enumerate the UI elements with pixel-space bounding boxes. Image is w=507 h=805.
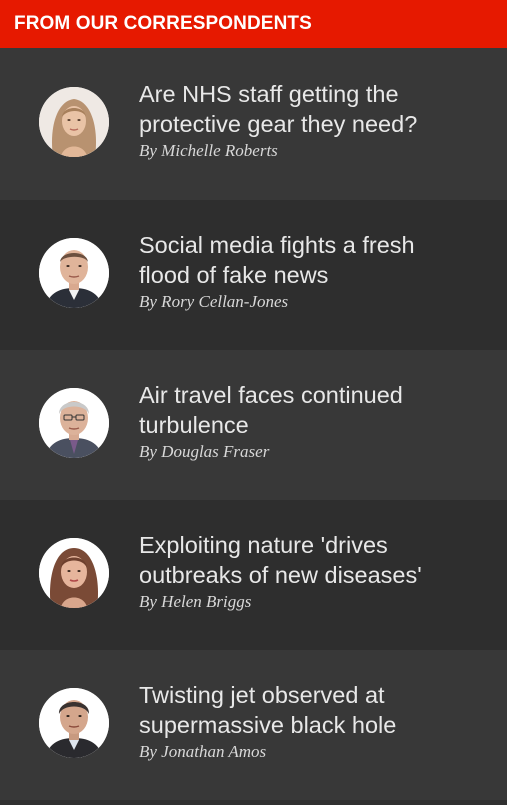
correspondent-photo-rory-cellan-jones: [39, 238, 109, 308]
avatar: [39, 87, 109, 157]
byline: By Helen Briggs: [139, 591, 252, 611]
avatar: [39, 688, 109, 758]
byline: By Michelle Roberts: [139, 140, 278, 160]
correspondent-photo-jonathan-amos: [39, 688, 109, 758]
byline: By Rory Cellan-Jones: [139, 291, 289, 311]
headline-link[interactable]: Are NHS staff getting the protective gea…: [139, 79, 459, 139]
headline-link[interactable]: Air travel faces continued turbulence: [139, 380, 459, 440]
headline-link[interactable]: Twisting jet observed at supermassive bl…: [139, 680, 459, 740]
section-header: FROM OUR CORRESPONDENTS: [0, 0, 507, 48]
byline: By Jonathan Amos: [139, 741, 267, 761]
list-item[interactable]: Air travel faces continued turbulence By…: [0, 350, 507, 500]
correspondents-list: Are NHS staff getting the protective gea…: [0, 48, 507, 800]
correspondents-panel: FROM OUR CORRESPONDENTS Are NHS staff ge…: [0, 0, 507, 805]
item-text: Exploiting nature 'drives outbreaks of n…: [139, 530, 459, 613]
avatar: [39, 238, 109, 308]
correspondent-photo-michelle-roberts: [39, 87, 109, 157]
avatar: [39, 538, 109, 608]
list-item[interactable]: Social media fights a fresh flood of fak…: [0, 200, 507, 350]
correspondent-photo-helen-briggs: [39, 538, 109, 608]
list-item[interactable]: Exploiting nature 'drives outbreaks of n…: [0, 500, 507, 650]
list-item[interactable]: Twisting jet observed at supermassive bl…: [0, 650, 507, 800]
item-text: Are NHS staff getting the protective gea…: [139, 79, 459, 162]
avatar: [39, 388, 109, 458]
byline: By Douglas Fraser: [139, 441, 270, 461]
item-text: Air travel faces continued turbulence By…: [139, 380, 459, 463]
headline-link[interactable]: Social media fights a fresh flood of fak…: [139, 230, 459, 290]
correspondent-photo-douglas-fraser: [39, 388, 109, 458]
item-text: Social media fights a fresh flood of fak…: [139, 230, 459, 313]
item-text: Twisting jet observed at supermassive bl…: [139, 680, 459, 763]
section-title: FROM OUR CORRESPONDENTS: [14, 13, 312, 34]
list-item[interactable]: Are NHS staff getting the protective gea…: [0, 48, 507, 200]
headline-link[interactable]: Exploiting nature 'drives outbreaks of n…: [139, 530, 459, 590]
